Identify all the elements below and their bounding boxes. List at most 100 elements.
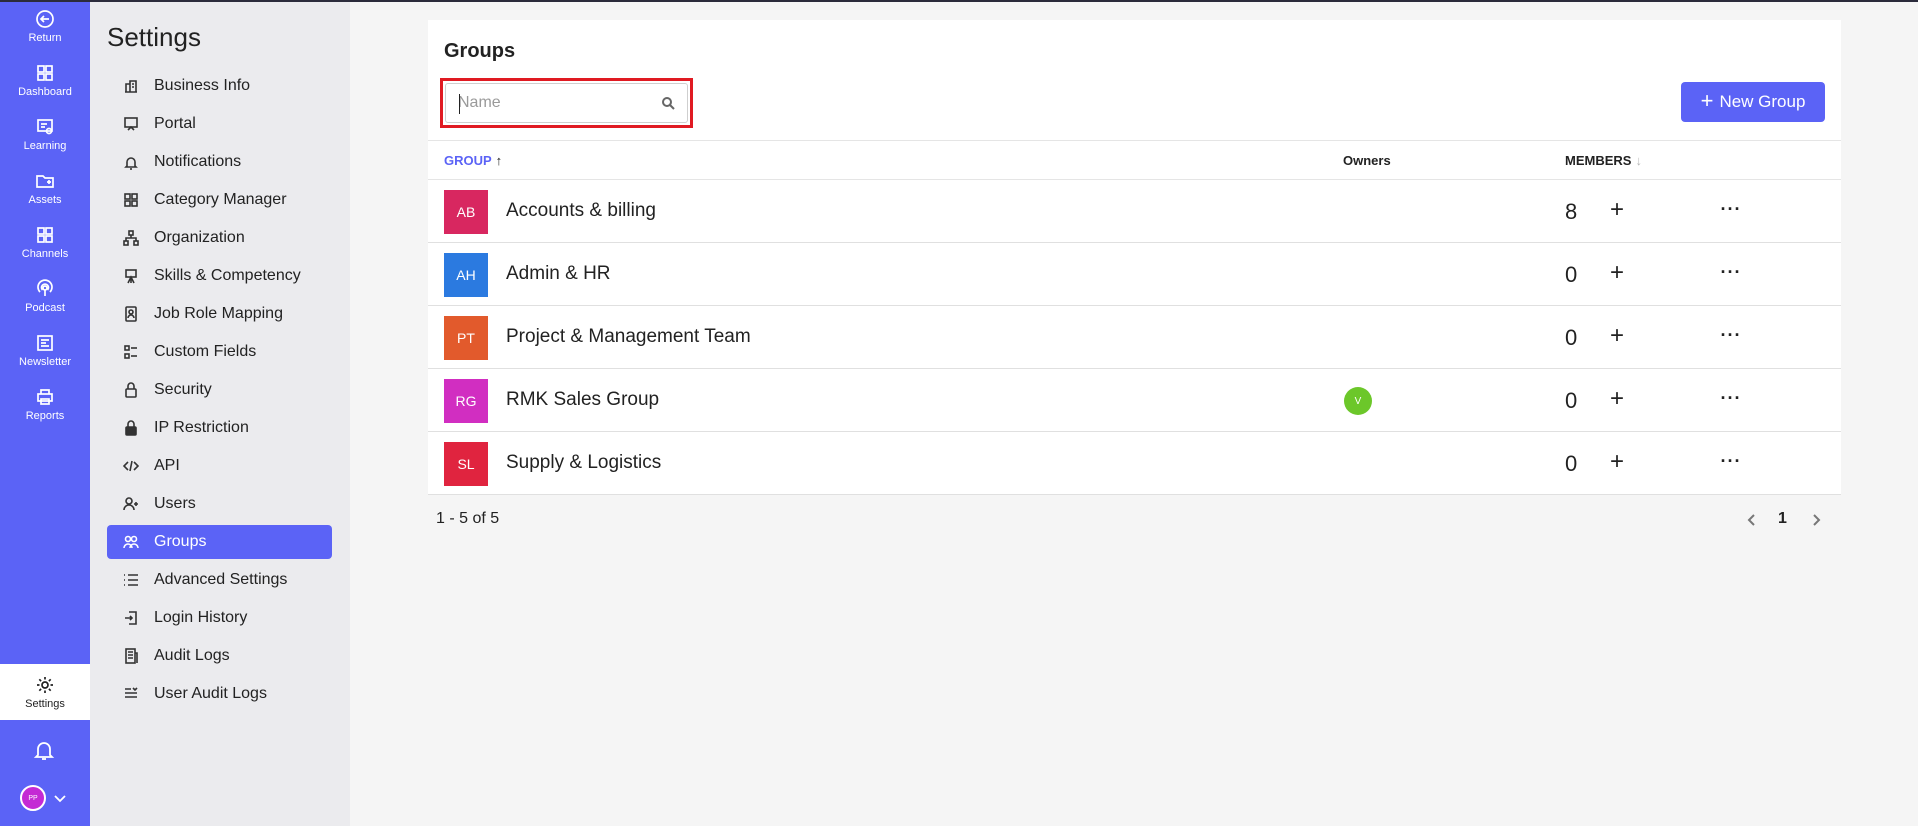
table-row[interactable]: AB Accounts & billing 8 + ··· xyxy=(428,180,1841,243)
settings-title: Settings xyxy=(107,22,201,52)
menu-item-label: Business Info xyxy=(154,77,251,94)
group-name[interactable]: Accounts & billing xyxy=(506,200,656,222)
group-avatar: AH xyxy=(444,253,488,297)
previous-page-button[interactable] xyxy=(1742,508,1762,532)
menu-item-skills[interactable]: Skills & Competency xyxy=(107,259,332,293)
search-box[interactable] xyxy=(445,83,688,123)
groups-table: GROUP ↑ Owners MEMBERS ↓ AB Accounts & b… xyxy=(428,140,1841,495)
rail-learning[interactable]: Learning xyxy=(0,108,90,160)
group-name[interactable]: Project & Management Team xyxy=(506,326,751,348)
add-member-button[interactable]: + xyxy=(1602,195,1632,225)
group-name[interactable]: Supply & Logistics xyxy=(506,452,661,474)
settings-panel: Settings Business Info Portal Notificati… xyxy=(90,0,350,826)
rail-podcast-label: Podcast xyxy=(25,301,65,314)
menu-item-label: Login History xyxy=(154,609,248,626)
member-count: 0 xyxy=(1565,388,1578,413)
more-options-icon[interactable]: ··· xyxy=(1716,257,1746,287)
menu-item-user-audit-logs[interactable]: User Audit Logs xyxy=(107,677,332,711)
menu-item-label: Custom Fields xyxy=(154,343,257,360)
menu-item-label: Category Manager xyxy=(154,191,287,208)
column-label: GROUP xyxy=(444,153,492,168)
column-header-group[interactable]: GROUP ↑ xyxy=(444,153,502,168)
menu-item-portal[interactable]: Portal xyxy=(107,107,332,141)
rail-assets[interactable]: Assets xyxy=(0,162,90,214)
reports-icon xyxy=(37,388,53,405)
group-name[interactable]: RMK Sales Group xyxy=(506,389,659,411)
menu-item-label: API xyxy=(154,457,180,474)
rail-newsletter[interactable]: Newsletter xyxy=(0,324,90,376)
return-icon xyxy=(36,9,54,28)
menu-item-advanced-settings[interactable]: Advanced Settings xyxy=(107,563,332,597)
table-row[interactable]: RG RMK Sales Group V 0 + ··· xyxy=(428,369,1841,432)
rail-settings[interactable]: Settings xyxy=(0,664,90,720)
text-cursor xyxy=(459,94,460,114)
rail-reports[interactable]: Reports xyxy=(0,378,90,430)
group-name[interactable]: Admin & HR xyxy=(506,263,611,285)
menu-item-label: Security xyxy=(154,381,212,398)
menu-item-audit-logs[interactable]: Audit Logs xyxy=(107,639,332,673)
rail-channels[interactable]: Channels xyxy=(0,216,90,268)
menu-item-label: Skills & Competency xyxy=(154,267,301,284)
menu-item-notifications[interactable]: Notifications xyxy=(107,145,332,179)
current-page-number[interactable]: 1 xyxy=(1778,510,1787,528)
new-group-button[interactable]: + New Group xyxy=(1681,82,1825,122)
rail-dashboard[interactable]: Dashboard xyxy=(0,54,90,106)
id-badge-icon xyxy=(125,306,137,322)
menu-item-category-manager[interactable]: Category Manager xyxy=(107,183,332,217)
pagination-range: 1 - 5 of 5 xyxy=(436,510,500,527)
gear-icon xyxy=(37,676,53,693)
bell-icon xyxy=(124,157,138,170)
table-row[interactable]: AH Admin & HR 0 + ··· xyxy=(428,243,1841,306)
menu-item-label: Users xyxy=(154,495,196,512)
menu-item-business-info[interactable]: Business Info xyxy=(107,69,332,103)
rail-return[interactable]: Return xyxy=(0,0,90,52)
notifications-bell[interactable] xyxy=(32,738,58,764)
lock-icon xyxy=(125,420,137,436)
list-icon xyxy=(124,574,138,586)
menu-item-label: IP Restriction xyxy=(154,419,249,436)
add-member-button[interactable]: + xyxy=(1602,321,1632,351)
more-options-icon[interactable]: ··· xyxy=(1716,320,1746,350)
member-count: 0 xyxy=(1565,451,1578,476)
more-options-icon[interactable]: ··· xyxy=(1716,383,1746,413)
podcast-icon xyxy=(37,278,53,296)
table-row[interactable]: PT Project & Management Team 0 + ··· xyxy=(428,306,1841,369)
menu-item-organization[interactable]: Organization xyxy=(107,221,332,255)
menu-item-label: User Audit Logs xyxy=(154,685,267,702)
add-member-button[interactable]: + xyxy=(1602,258,1632,288)
newsletter-icon xyxy=(37,334,53,351)
menu-item-api[interactable]: API xyxy=(107,449,332,483)
search-input[interactable] xyxy=(458,84,653,122)
rail-dashboard-label: Dashboard xyxy=(18,85,72,98)
menu-item-users[interactable]: Users xyxy=(107,487,332,521)
top-border xyxy=(0,0,1918,2)
rail-podcast[interactable]: Podcast xyxy=(0,270,90,322)
member-count: 8 xyxy=(1565,199,1578,224)
table-row[interactable]: SL Supply & Logistics 0 + ··· xyxy=(428,432,1841,495)
user-avatar[interactable]: PP xyxy=(20,785,46,811)
menu-item-ip-restriction[interactable]: IP Restriction xyxy=(107,411,332,445)
menu-item-label: Audit Logs xyxy=(154,647,230,664)
user-menu-toggle[interactable] xyxy=(52,790,68,806)
learning-icon xyxy=(37,118,53,134)
search-icon[interactable] xyxy=(661,96,675,110)
column-label: Owners xyxy=(1343,153,1391,168)
next-page-button[interactable] xyxy=(1806,508,1826,532)
menu-item-login-history[interactable]: Login History xyxy=(107,601,332,635)
menu-item-security[interactable]: Security xyxy=(107,373,332,407)
table-header: GROUP ↑ Owners MEMBERS ↓ xyxy=(428,140,1841,180)
menu-item-label: Portal xyxy=(154,115,196,132)
more-options-icon[interactable]: ··· xyxy=(1716,194,1746,224)
column-header-owners: Owners xyxy=(1343,153,1391,168)
add-member-button[interactable]: + xyxy=(1602,447,1632,477)
sort-asc-icon: ↑ xyxy=(495,153,503,168)
owner-avatar[interactable]: V xyxy=(1344,387,1372,415)
add-member-button[interactable]: + xyxy=(1602,384,1632,414)
menu-item-label: Job Role Mapping xyxy=(154,305,283,322)
menu-item-job-role-mapping[interactable]: Job Role Mapping xyxy=(107,297,332,331)
dashboard-icon xyxy=(37,64,53,81)
more-options-icon[interactable]: ··· xyxy=(1716,446,1746,476)
column-header-members[interactable]: MEMBERS ↓ xyxy=(1565,153,1642,168)
menu-item-groups[interactable]: Groups xyxy=(107,525,332,559)
menu-item-custom-fields[interactable]: Custom Fields xyxy=(107,335,332,369)
